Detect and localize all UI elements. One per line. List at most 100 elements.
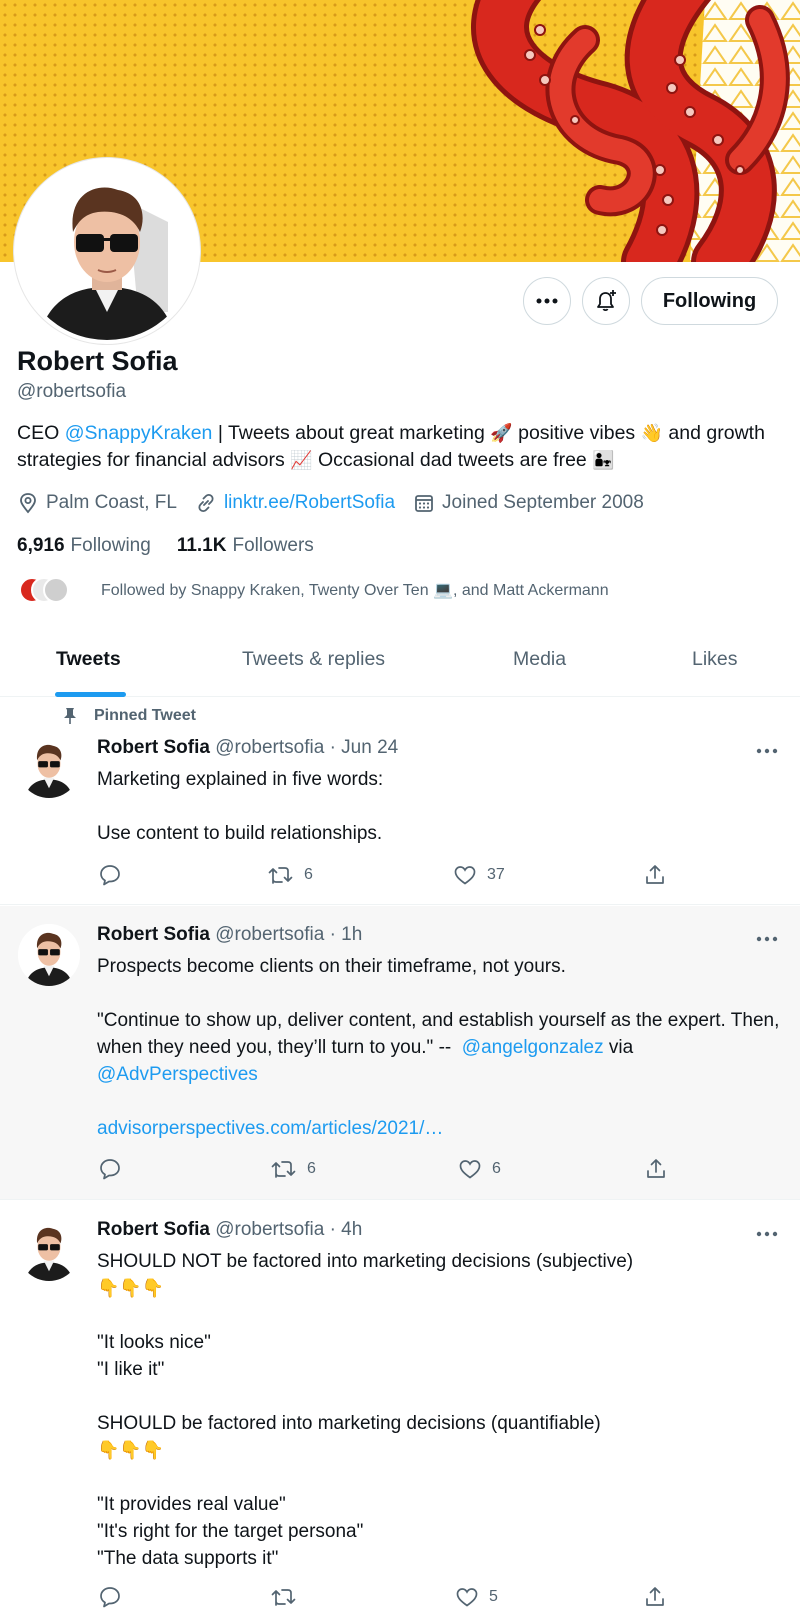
tweet-text-part: "It provides real value" "It's right for… bbox=[97, 1494, 364, 1569]
website-item[interactable]: linktr.ee/RobertSofia bbox=[195, 492, 395, 514]
tab-tweets[interactable]: Tweets bbox=[56, 648, 121, 671]
profile-bio: CEO @SnappyKraken | Tweets about great m… bbox=[17, 420, 787, 474]
profile-handle: @robertsofia bbox=[17, 381, 127, 402]
tab-media[interactable]: Media bbox=[513, 648, 566, 671]
mention-link[interactable]: @angelgonzalez bbox=[462, 1037, 604, 1058]
follower-avatars bbox=[19, 577, 69, 603]
article-link[interactable]: advisorperspectives.com/articles/2021/… bbox=[97, 1118, 443, 1139]
bio-text: Occasional dad tweets are free bbox=[312, 449, 593, 471]
tweet-avatar[interactable] bbox=[18, 736, 80, 798]
tweet-avatar[interactable] bbox=[18, 924, 80, 986]
chart-emoji: 📈 bbox=[290, 450, 313, 470]
more-icon bbox=[756, 936, 778, 942]
retweet-count: 6 bbox=[307, 1160, 316, 1177]
profile-tabs: Tweets Tweets & replies Media Likes bbox=[0, 624, 800, 697]
tweet-author-name[interactable]: Robert Sofia bbox=[97, 1219, 210, 1240]
mention-link[interactable]: @AdvPerspectives bbox=[97, 1064, 258, 1085]
rocket-emoji: 🚀 bbox=[490, 423, 513, 443]
pinned-text: Pinned Tweet bbox=[94, 707, 196, 724]
tweet-more-button[interactable] bbox=[756, 1224, 778, 1242]
like-count: 37 bbox=[487, 866, 505, 883]
joined-text: Joined September 2008 bbox=[442, 492, 644, 513]
location-item: Palm Coast, FL bbox=[17, 492, 177, 514]
avatar-illustration bbox=[18, 736, 80, 798]
following-stat[interactable]: 6,916 Following bbox=[17, 535, 151, 557]
pointing-down-emoji: 👇👇👇 bbox=[97, 1278, 165, 1298]
profile-name: Robert Sofia bbox=[17, 346, 178, 376]
tweet-text-part: Prospects become clients on their timefr… bbox=[97, 956, 780, 1058]
bio-text: | Tweets about great marketing bbox=[212, 422, 491, 444]
followers-stat[interactable]: 11.1K Followers bbox=[177, 535, 314, 557]
tweet-more-button[interactable] bbox=[756, 741, 778, 759]
profile-avatar[interactable] bbox=[14, 158, 200, 344]
retweet-icon bbox=[271, 1589, 296, 1606]
tweet-author-name[interactable]: Robert Sofia bbox=[97, 924, 210, 945]
like-button[interactable]: 5 bbox=[455, 1585, 498, 1608]
reply-button[interactable] bbox=[98, 1157, 132, 1181]
tweet-author-name[interactable]: Robert Sofia bbox=[97, 737, 210, 758]
location-text: Palm Coast, FL bbox=[46, 492, 177, 513]
followers-count: 11.1K bbox=[176, 535, 227, 556]
tweet-avatar[interactable] bbox=[18, 1219, 80, 1281]
avatar bbox=[43, 577, 69, 603]
avatar-illustration bbox=[18, 924, 80, 986]
bio-mention-link[interactable]: @SnappyKraken bbox=[65, 422, 213, 444]
tab-tweets-replies[interactable]: Tweets & replies bbox=[242, 648, 385, 671]
tweet-author-meta: @robertsofia · Jun 24 bbox=[215, 737, 399, 758]
retweet-icon bbox=[271, 1161, 296, 1178]
like-button[interactable]: 37 bbox=[453, 863, 505, 887]
tweet-more-button[interactable] bbox=[756, 929, 778, 947]
bio-text: CEO bbox=[17, 422, 65, 444]
joined-item: Joined September 2008 bbox=[413, 492, 644, 514]
tweet-actions: 6 37 bbox=[98, 863, 678, 889]
retweet-button[interactable]: 6 bbox=[271, 1157, 316, 1181]
more-options-button[interactable] bbox=[523, 277, 571, 325]
retweet-icon bbox=[268, 867, 293, 884]
share-button[interactable] bbox=[644, 1157, 678, 1181]
heart-icon bbox=[459, 1160, 481, 1179]
reply-icon bbox=[100, 865, 120, 886]
tweet-header: Robert Sofia @robertsofia · Jun 24 bbox=[97, 737, 398, 759]
tweet-text-part: via bbox=[608, 1037, 634, 1058]
reply-icon bbox=[100, 1159, 120, 1180]
more-icon bbox=[756, 1231, 778, 1237]
share-button[interactable] bbox=[643, 1585, 677, 1608]
tweet-author-meta: @robertsofia · 4h bbox=[215, 1219, 363, 1240]
share-icon bbox=[646, 1587, 664, 1606]
calendar-icon bbox=[415, 495, 433, 512]
like-button[interactable]: 6 bbox=[458, 1157, 501, 1181]
followers-label: Followers bbox=[232, 535, 314, 556]
share-button[interactable] bbox=[643, 863, 677, 887]
reply-button[interactable] bbox=[98, 1585, 132, 1608]
profile-meta: Palm Coast, FL linktr.ee/RobertSofia Joi… bbox=[17, 492, 662, 514]
notifications-button[interactable] bbox=[582, 277, 630, 325]
pointing-down-emoji: 👇👇👇 bbox=[97, 1440, 165, 1460]
followed-by-row[interactable]: Followed by Snappy Kraken, Twenty Over T… bbox=[19, 577, 609, 603]
share-icon bbox=[646, 865, 664, 884]
tab-likes[interactable]: Likes bbox=[692, 648, 738, 671]
tweet-text: Marketing explained in five words: Use c… bbox=[97, 769, 384, 844]
tweet-text: Prospects become clients on their timefr… bbox=[97, 953, 787, 1142]
tweet-author-meta: @robertsofia · 1h bbox=[215, 924, 363, 945]
avatar-illustration bbox=[18, 1219, 80, 1281]
heart-icon bbox=[456, 1588, 478, 1607]
reply-icon bbox=[100, 1587, 120, 1608]
following-button[interactable]: Following bbox=[641, 277, 778, 325]
like-count: 5 bbox=[489, 1588, 498, 1605]
more-icon bbox=[756, 748, 778, 754]
following-count: 6,916 bbox=[17, 535, 65, 556]
tweet-text-part: "It looks nice" "I like it" bbox=[97, 1332, 211, 1380]
retweet-count: 6 bbox=[304, 866, 313, 883]
pin-icon bbox=[64, 708, 76, 724]
link-icon bbox=[198, 493, 214, 513]
retweet-button[interactable]: 6 bbox=[268, 863, 313, 887]
website-link[interactable]: linktr.ee/RobertSofia bbox=[224, 492, 395, 514]
reply-button[interactable] bbox=[98, 863, 132, 887]
tweet-text: SHOULD NOT be factored into marketing de… bbox=[97, 1248, 787, 1572]
retweet-button[interactable] bbox=[271, 1585, 307, 1608]
profile-stats: 6,916 Following 11.1K Followers bbox=[17, 535, 340, 557]
tweet-header: Robert Sofia @robertsofia · 1h bbox=[97, 924, 362, 946]
pinned-tweet-label: Pinned Tweet bbox=[62, 707, 196, 725]
waving-hand-emoji: 👋 bbox=[640, 423, 664, 443]
more-icon bbox=[536, 298, 558, 304]
